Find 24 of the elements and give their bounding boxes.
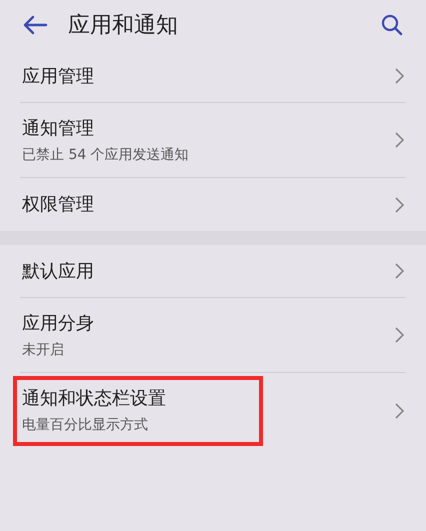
item-subtitle: 未开启 bbox=[22, 340, 65, 360]
item-title: 默认应用 bbox=[22, 260, 95, 284]
item-title: 应用管理 bbox=[22, 64, 95, 88]
item-subtitle: 电量百分比显示方式 bbox=[22, 416, 149, 435]
back-icon[interactable] bbox=[22, 15, 48, 35]
chevron-icon bbox=[395, 132, 404, 148]
chevron-icon bbox=[395, 68, 404, 84]
chevron-icon bbox=[395, 196, 404, 212]
settings-item[interactable]: 应用管理 bbox=[20, 50, 406, 103]
settings-item[interactable]: 应用分身 未开启 bbox=[20, 298, 406, 373]
search-icon[interactable] bbox=[380, 13, 404, 37]
page-title: 应用和通知 bbox=[68, 12, 178, 40]
chevron-icon bbox=[395, 327, 404, 343]
item-title: 通知管理 bbox=[22, 116, 95, 140]
item-title: 通知和状态栏设置 bbox=[22, 387, 167, 411]
settings-item[interactable]: 通知和状态栏设置 电量百分比显示方式 bbox=[20, 373, 406, 448]
settings-item[interactable]: 权限管理 bbox=[20, 178, 406, 231]
item-title: 权限管理 bbox=[22, 193, 95, 217]
item-subtitle: 已禁止 54 个应用发送通知 bbox=[22, 146, 190, 164]
chevron-icon bbox=[395, 402, 404, 418]
chevron-icon bbox=[395, 263, 404, 279]
item-title: 应用分身 bbox=[22, 312, 95, 336]
settings-item[interactable]: 通知管理 已禁止 54 个应用发送通知 bbox=[20, 103, 406, 178]
settings-item[interactable]: 默认应用 bbox=[20, 245, 406, 298]
